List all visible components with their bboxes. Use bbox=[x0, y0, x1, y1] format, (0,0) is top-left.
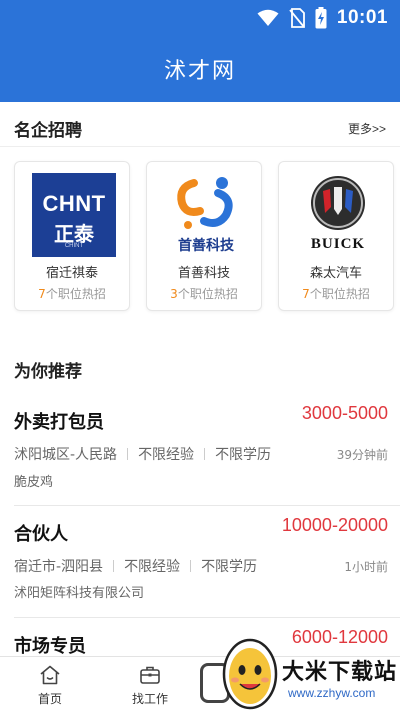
job-experience: 不限经验 bbox=[138, 447, 195, 463]
chnt-logo: CHNT 正泰 CHINT bbox=[32, 173, 116, 257]
job-time: 39分钟前 bbox=[336, 448, 388, 462]
shoushan-logo: 首善科技 bbox=[164, 173, 248, 257]
company-jobs: 7个职位热招 bbox=[15, 285, 129, 302]
briefcase-icon bbox=[140, 666, 160, 684]
company-name: 宿迁祺泰 bbox=[45, 266, 98, 281]
company-card[interactable]: CHNT 正泰 CHINT 宿迁祺泰 7个职位热招 bbox=[14, 161, 130, 311]
jobs-suffix: 个职位热招 bbox=[177, 287, 238, 301]
jobs-count: 3 bbox=[170, 287, 178, 301]
app-bar: 沭才网 bbox=[0, 36, 400, 102]
meta-separator bbox=[190, 560, 192, 572]
logo-text: 首善科技 bbox=[178, 238, 234, 254]
job-location: 沭阳城区-人民路 bbox=[14, 447, 118, 463]
logo-text: CHNT bbox=[42, 191, 106, 216]
buick-logo: BUICK bbox=[296, 173, 380, 257]
job-title: 合伙人 bbox=[14, 524, 68, 545]
meta-separator bbox=[113, 560, 115, 572]
job-meta: 宿迁市-泗阳县 不限经验 不限学历 bbox=[14, 556, 257, 576]
watermark-url: www.zzhyw.com bbox=[288, 686, 376, 700]
company-card[interactable]: BUICK 森太汽车 7个职位热招 bbox=[278, 161, 394, 311]
job-education: 不限学历 bbox=[201, 559, 258, 575]
job-title: 市场专员 bbox=[14, 636, 86, 656]
recommend-header: 为你推荐 bbox=[14, 356, 386, 382]
job-location: 宿迁市-泗阳县 bbox=[14, 559, 104, 575]
nav-item-find-job[interactable]: 找工作 bbox=[100, 657, 200, 710]
no-sim-icon bbox=[289, 8, 305, 28]
job-divider bbox=[14, 505, 400, 506]
meta-separator bbox=[127, 448, 129, 460]
meta-separator bbox=[204, 448, 206, 460]
featured-title: 名企招聘 bbox=[14, 120, 82, 141]
mascot-logo bbox=[222, 638, 278, 710]
job-time: 1小时前 bbox=[344, 560, 388, 574]
logo-text: BUICK bbox=[310, 236, 366, 252]
nav-item-home[interactable]: 首页 bbox=[0, 657, 100, 710]
jobs-count: 7 bbox=[38, 287, 46, 301]
status-bar: 10:01 bbox=[0, 0, 400, 36]
watermark-text: 大米下载站 bbox=[282, 660, 398, 685]
job-card[interactable]: 合伙人 10000-20000 宿迁市-泗阳县 不限经验 不限学历 1小时前 沭… bbox=[14, 512, 388, 612]
jobs-count: 7 bbox=[302, 287, 310, 301]
buick-emblem bbox=[311, 176, 365, 230]
status-time: 10:01 bbox=[336, 7, 388, 28]
job-experience: 不限经验 bbox=[124, 559, 181, 575]
job-card[interactable]: 外卖打包员 3000-5000 沭阳城区-人民路 不限经验 不限学历 39分钟前… bbox=[14, 400, 388, 500]
job-company: 脆皮鸡 bbox=[14, 475, 54, 490]
status-icons: 10:01 bbox=[257, 6, 388, 30]
shoushan-mark bbox=[177, 177, 233, 229]
company-jobs: 3个职位热招 bbox=[147, 285, 261, 302]
logo-text: CHINT bbox=[64, 243, 84, 249]
nav-label: 找工作 bbox=[131, 692, 168, 706]
company-name: 首善科技 bbox=[177, 266, 230, 281]
wifi-icon bbox=[257, 9, 279, 26]
battery-charging-icon bbox=[315, 7, 327, 29]
jobs-suffix: 个职位热招 bbox=[309, 287, 370, 301]
nav-label: 首页 bbox=[37, 692, 62, 706]
app-title: 沭才网 bbox=[163, 59, 236, 84]
job-education: 不限学历 bbox=[215, 447, 272, 463]
home-icon bbox=[40, 665, 60, 685]
company-card[interactable]: 首善科技 首善科技 3个职位热招 bbox=[146, 161, 262, 311]
section-divider bbox=[0, 146, 400, 147]
jobs-suffix: 个职位热招 bbox=[45, 287, 106, 301]
job-company: 沭阳矩阵科技有限公司 bbox=[14, 586, 145, 601]
watermark: 大米下载站 www.zzhyw.com bbox=[210, 630, 400, 710]
company-jobs: 7个职位热招 bbox=[279, 285, 393, 302]
job-salary: 3000-5000 bbox=[301, 403, 388, 423]
company-name: 森太汽车 bbox=[309, 266, 362, 281]
job-meta: 沭阳城区-人民路 不限经验 不限学历 bbox=[14, 444, 271, 464]
company-list: CHNT 正泰 CHINT 宿迁祺泰 7个职位热招 首善科技 首善科技 3个职位… bbox=[14, 161, 400, 313]
more-link[interactable]: 更多>> bbox=[348, 120, 386, 137]
job-divider bbox=[14, 617, 400, 618]
job-title: 外卖打包员 bbox=[14, 412, 104, 433]
recommend-title: 为你推荐 bbox=[14, 361, 82, 382]
job-salary: 10000-20000 bbox=[281, 515, 388, 535]
featured-header: 名企招聘 更多>> bbox=[14, 116, 386, 141]
